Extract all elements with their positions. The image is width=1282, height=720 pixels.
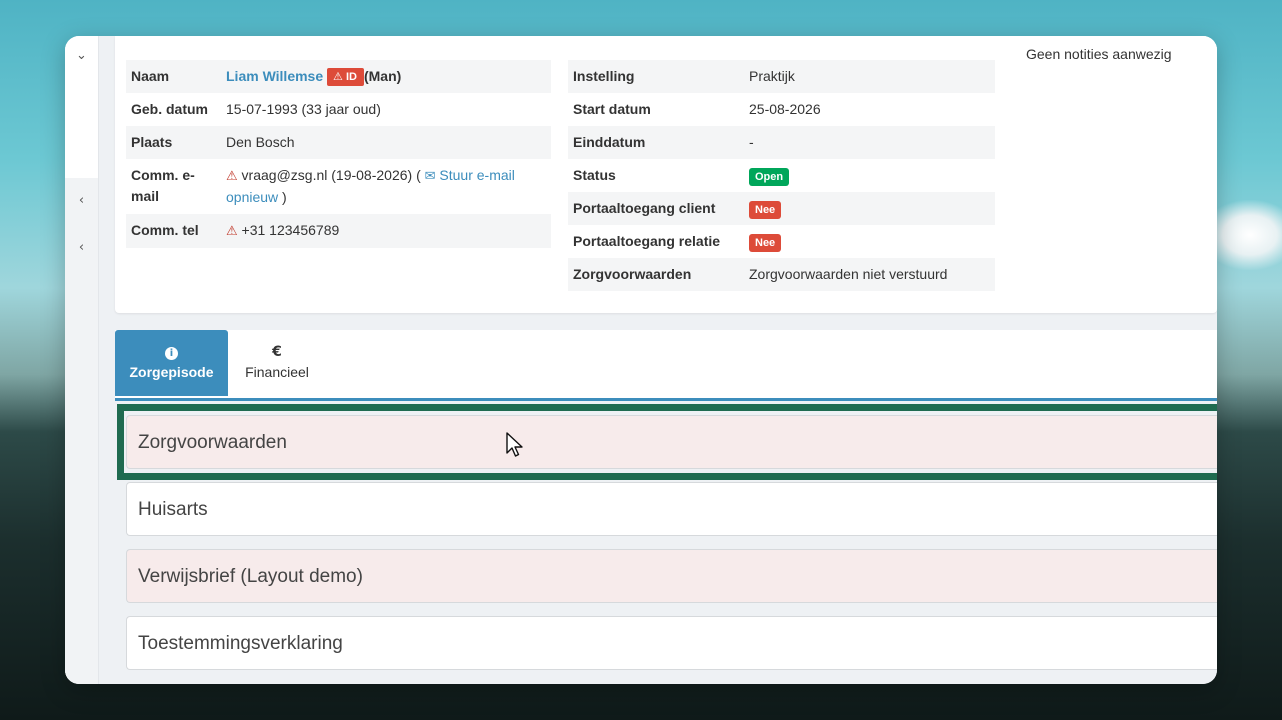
value-plaats: Den Bosch <box>221 126 551 159</box>
panel-title: Toestemmingsverklaring <box>138 633 343 654</box>
value-portaal-client: Nee <box>744 192 995 225</box>
client-summary-card: Naam Liam Willemse ⚠ ID (Man) Geb. datum … <box>115 36 1217 313</box>
episode-info-table: Instelling Praktijk Start datum 25-08-20… <box>568 60 995 291</box>
app-window: ⌄ ‹ ‹ Naam Liam Willemse ⚠ ID (Man) Geb. … <box>65 36 1217 684</box>
chevron-left-icon[interactable]: ‹ <box>65 193 98 208</box>
panel-title: Zorgvoorwaarden <box>138 432 287 453</box>
row-instelling: Instelling Praktijk <box>568 60 995 93</box>
portal-client-badge: Nee <box>749 201 782 219</box>
status-badge: Open <box>749 168 790 186</box>
gender: (Man) <box>363 68 402 84</box>
tab-financieel[interactable]: € Financieel <box>228 330 326 396</box>
tab-zorgepisode[interactable]: i Zorgepisode <box>115 330 228 396</box>
email-address: vraag@zsg.nl (19-08-2026) ( <box>241 167 421 183</box>
label-instelling: Instelling <box>568 60 744 93</box>
label-comm-email: Comm. e-mail <box>131 167 195 204</box>
info-icon: i <box>115 344 228 360</box>
label-status: Status <box>573 167 616 183</box>
row-start-datum: Start datum 25-08-2026 <box>568 93 995 126</box>
label-portaal-client: Portaaltoegang client <box>568 192 744 225</box>
label-einddatum: Einddatum <box>568 126 744 159</box>
tab-financieel-label: Financieel <box>245 364 309 380</box>
mouse-cursor-icon <box>506 432 523 457</box>
row-status: Status Open <box>568 159 995 192</box>
warning-icon: ⚠ <box>333 70 343 83</box>
patient-name-link[interactable]: Liam Willemse <box>226 68 323 84</box>
tab-bar: i Zorgepisode € Financieel <box>115 330 1217 401</box>
panel-huisarts[interactable]: Huisarts <box>126 482 1217 536</box>
label-geb-datum: Geb. datum <box>131 101 209 117</box>
label-naam: Naam <box>126 60 221 93</box>
value-geb-datum: 15-07-1993 (33 jaar oud) <box>226 101 381 117</box>
value-start-datum: 25-08-2026 <box>749 101 821 117</box>
row-portaal-relatie: Portaaltoegang relatie Nee <box>568 225 995 258</box>
value-comm-email: ⚠ vraag@zsg.nl (19-08-2026) ( ✉ Stuur e-… <box>221 159 551 214</box>
row-geb-datum: Geb. datum 15-07-1993 (33 jaar oud) <box>126 93 551 126</box>
panel-title: Verwijsbrief (Layout demo) <box>138 566 363 587</box>
value-comm-tel: ⚠ +31 123456789 <box>221 214 551 248</box>
envelope-icon: ✉ <box>424 169 436 184</box>
euro-icon: € <box>272 344 282 360</box>
id-warning-badge[interactable]: ⚠ ID <box>327 68 364 86</box>
phone-number: +31 123456789 <box>241 222 340 238</box>
chevron-left-icon[interactable]: ‹ <box>65 240 98 255</box>
label-comm-tel: Comm. tel <box>126 214 221 248</box>
left-rail: ⌄ ‹ ‹ <box>65 36 99 684</box>
row-plaats: Plaats Den Bosch <box>126 126 551 159</box>
label-zorgvoorwaarden: Zorgvoorwaarden <box>568 258 744 291</box>
label-plaats: Plaats <box>126 126 221 159</box>
notes-text: Geen notities aanwezig <box>1026 46 1172 62</box>
value-status: Open <box>744 159 995 192</box>
chevron-down-icon[interactable]: ⌄ <box>65 48 98 63</box>
warning-icon: ⚠ <box>226 224 238 239</box>
id-badge-label: ID <box>345 71 357 83</box>
warning-icon: ⚠ <box>226 169 238 184</box>
row-comm-email: Comm. e-mail ⚠ vraag@zsg.nl (19-08-2026)… <box>126 159 551 214</box>
row-zorgvoorwaarden: Zorgvoorwaarden Zorgvoorwaarden niet ver… <box>568 258 995 291</box>
value-zorgvoorwaarden: Zorgvoorwaarden niet verstuurd <box>744 258 995 291</box>
tab-zorgepisode-label: Zorgepisode <box>129 364 214 380</box>
value-portaal-relatie: Nee <box>744 225 995 258</box>
row-portaal-client: Portaaltoegang client Nee <box>568 192 995 225</box>
panel-zorgvoorwaarden[interactable]: Zorgvoorwaarden <box>126 415 1217 469</box>
panel-verwijsbrief[interactable]: Verwijsbrief (Layout demo) <box>126 549 1217 603</box>
row-comm-tel: Comm. tel ⚠ +31 123456789 <box>126 214 551 248</box>
main-content: Naam Liam Willemse ⚠ ID (Man) Geb. datum … <box>99 36 1217 684</box>
value-naam: Liam Willemse ⚠ ID (Man) <box>221 60 551 93</box>
label-portaal-relatie: Portaaltoegang relatie <box>573 233 721 249</box>
close-paren: ) <box>282 189 287 205</box>
label-start-datum: Start datum <box>573 101 651 117</box>
panel-title: Huisarts <box>138 499 208 520</box>
row-einddatum: Einddatum - <box>568 126 995 159</box>
portal-relation-badge: Nee <box>749 234 782 252</box>
row-naam: Naam Liam Willemse ⚠ ID (Man) <box>126 60 551 93</box>
value-einddatum: - <box>744 126 995 159</box>
patient-info-table: Naam Liam Willemse ⚠ ID (Man) Geb. datum … <box>126 60 551 248</box>
value-instelling: Praktijk <box>744 60 995 93</box>
panel-toestemmingsverklaring[interactable]: Toestemmingsverklaring <box>126 616 1217 670</box>
